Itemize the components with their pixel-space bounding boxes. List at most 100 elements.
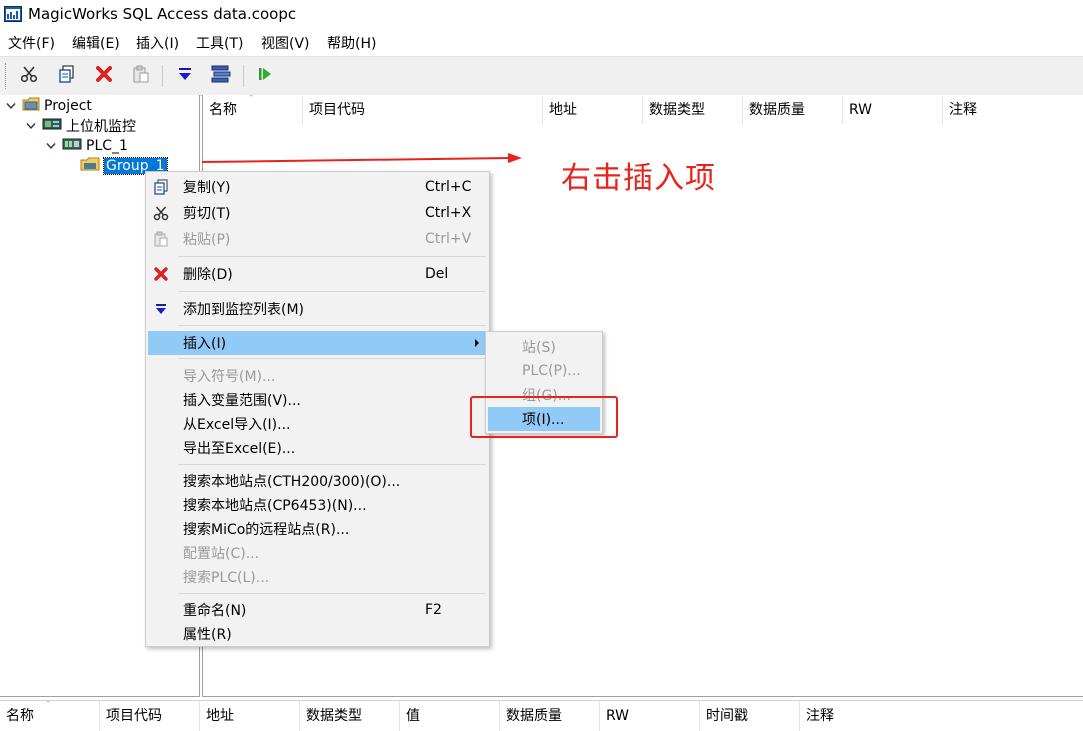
annotation-highlight-box: [470, 396, 618, 438]
menu-item-import-symbols[interactable]: 导入符号(M)...: [148, 364, 487, 388]
column-header-quality[interactable]: 数据质量: [743, 96, 843, 124]
watch-column-datatype[interactable]: 数据类型: [300, 701, 400, 731]
watch-list-button[interactable]: [210, 65, 232, 87]
watch-column-address[interactable]: 地址: [200, 701, 300, 731]
watch-column-rw[interactable]: RW: [600, 701, 700, 731]
menu-label: 属性(R): [183, 627, 232, 643]
group-folder-icon: [80, 157, 100, 175]
tree-node-project[interactable]: Project: [4, 96, 92, 116]
menu-label: 站(S): [522, 340, 556, 356]
menu-separator: [178, 325, 486, 326]
menu-item-delete[interactable]: 删除(D) Del: [148, 262, 487, 286]
column-header-name[interactable]: 名称 ˇ: [203, 95, 303, 124]
column-header-code[interactable]: 项目代码: [303, 96, 543, 124]
menu-label: 搜索MiCo的远程站点(R)...: [183, 522, 350, 538]
watch-column-comment[interactable]: 注释: [800, 701, 1083, 731]
menu-item-rename[interactable]: 重命名(N) F2: [148, 598, 487, 622]
menu-label: 搜索本地站点(CTH200/300)(O)...: [183, 474, 401, 490]
menu-item-import-excel[interactable]: 从Excel导入(I)...: [148, 412, 487, 436]
menu-label: 添加到监控列表(M): [183, 302, 305, 318]
menu-label: 删除(D): [183, 267, 233, 283]
toolbar-separator: [243, 65, 244, 87]
tree-node-station[interactable]: 上位机监控: [24, 116, 136, 136]
menu-item-copy[interactable]: 复制(Y) Ctrl+C: [148, 175, 487, 199]
menu-shortcut: Del: [425, 266, 449, 282]
menu-item-insert-range[interactable]: 插入变量范围(V)...: [148, 388, 487, 412]
menu-item-search-cp[interactable]: 搜索本地站点(CP6453)(N)...: [148, 493, 487, 517]
tree-node-plc[interactable]: PLC_1: [44, 136, 128, 156]
submenu-item-station[interactable]: 站(S): [488, 335, 600, 359]
column-header-rw[interactable]: RW: [843, 96, 943, 124]
annotation-arrow: [200, 152, 530, 172]
paste-button[interactable]: [130, 65, 152, 87]
tree-label-station: 上位机监控: [66, 119, 136, 135]
menu-shortcut: Ctrl+V: [425, 231, 472, 247]
menu-item-paste[interactable]: 粘贴(P) Ctrl+V: [148, 227, 487, 251]
menu-view[interactable]: 视图(V): [261, 33, 310, 53]
run-button[interactable]: [254, 65, 276, 87]
cut-button[interactable]: [18, 65, 40, 87]
menu-label: 导出至Excel(E)...: [183, 441, 296, 457]
watch-column-value[interactable]: 值: [400, 701, 500, 731]
menu-separator: [178, 256, 486, 257]
menu-separator: [178, 593, 486, 594]
submenu-item-plc[interactable]: PLC(P)...: [488, 359, 600, 383]
run-icon: [256, 65, 274, 87]
chevron-down-icon[interactable]: [44, 136, 58, 156]
watch-column-name[interactable]: 名称 ˇ: [0, 701, 100, 731]
menu-file[interactable]: 文件(F): [8, 33, 55, 53]
menu-item-insert[interactable]: 插入(I): [148, 331, 487, 355]
menu-separator: [178, 291, 486, 292]
menu-item-search-plc[interactable]: 搜索PLC(L)...: [148, 565, 487, 589]
column-header-address[interactable]: 地址: [543, 96, 643, 124]
menu-separator: [178, 358, 486, 359]
watch-column-code[interactable]: 项目代码: [100, 701, 200, 731]
copy-button[interactable]: [56, 65, 78, 87]
toolbar-separator: [162, 65, 163, 87]
app-icon: [4, 6, 22, 22]
copy-icon: [152, 178, 170, 196]
sort-chevron-icon: ˇ: [46, 701, 51, 711]
menu-item-search-mico[interactable]: 搜索MiCo的远程站点(R)...: [148, 517, 487, 541]
toolbar-grip[interactable]: [5, 63, 9, 89]
watch-column-timestamp[interactable]: 时间戳: [700, 701, 800, 731]
watch-list-header: 名称 ˇ 项目代码 地址 数据类型 值 数据质量 RW 时间戳 注释: [0, 700, 1083, 731]
chevron-down-icon[interactable]: [24, 116, 38, 136]
column-header-comment[interactable]: 注释: [943, 96, 1083, 124]
add-to-watch-button[interactable]: [174, 65, 196, 87]
menu-label: 从Excel导入(I)...: [183, 417, 291, 433]
menu-label: 配置站(C)...: [183, 546, 260, 562]
menu-label: 粘贴(P): [183, 232, 231, 248]
column-header-datatype[interactable]: 数据类型: [643, 96, 743, 124]
paste-icon: [152, 230, 170, 248]
menu-item-search-cth[interactable]: 搜索本地站点(CTH200/300)(O)...: [148, 469, 487, 493]
window-title: MagicWorks SQL Access data.coopc: [28, 5, 297, 23]
chevron-down-icon[interactable]: [4, 96, 18, 116]
menu-label: 插入变量范围(V)...: [183, 393, 301, 409]
scissors-icon: [20, 65, 38, 87]
menu-label: 搜索本地站点(CP6453)(N)...: [183, 498, 367, 514]
delete-button[interactable]: [93, 65, 115, 87]
menu-item-cut[interactable]: 剪切(T) Ctrl+X: [148, 201, 487, 225]
menu-item-config-station[interactable]: 配置站(C)...: [148, 541, 487, 565]
menu-insert[interactable]: 插入(I): [136, 33, 179, 53]
title-bar: MagicWorks SQL Access data.coopc: [0, 0, 1083, 30]
submenu-arrow-icon: [475, 339, 479, 347]
menu-item-export-excel[interactable]: 导出至Excel(E)...: [148, 436, 487, 460]
menu-separator: [178, 464, 486, 465]
plc-icon: [62, 137, 82, 155]
delete-icon: [95, 65, 113, 87]
tree-label-project: Project: [44, 98, 92, 114]
menu-tools[interactable]: 工具(T): [196, 33, 243, 53]
column-header-label: 名称: [6, 708, 34, 724]
scissors-icon: [152, 204, 170, 222]
menu-help[interactable]: 帮助(H): [327, 33, 376, 53]
context-menu: 复制(Y) Ctrl+C 剪切(T) Ctrl+X 粘贴(P) Ctrl+V 删…: [145, 171, 490, 647]
sort-chevron-icon: ˇ: [249, 95, 254, 105]
menu-item-properties[interactable]: 属性(R): [148, 622, 487, 646]
menu-item-add-watch[interactable]: 添加到监控列表(M): [148, 297, 487, 321]
watch-column-quality[interactable]: 数据质量: [500, 701, 600, 731]
menu-bar: 文件(F) 编辑(E) 插入(I) 工具(T) 视图(V) 帮助(H): [0, 30, 1083, 54]
menu-label: 搜索PLC(L)...: [183, 570, 270, 586]
menu-edit[interactable]: 编辑(E): [72, 33, 120, 53]
